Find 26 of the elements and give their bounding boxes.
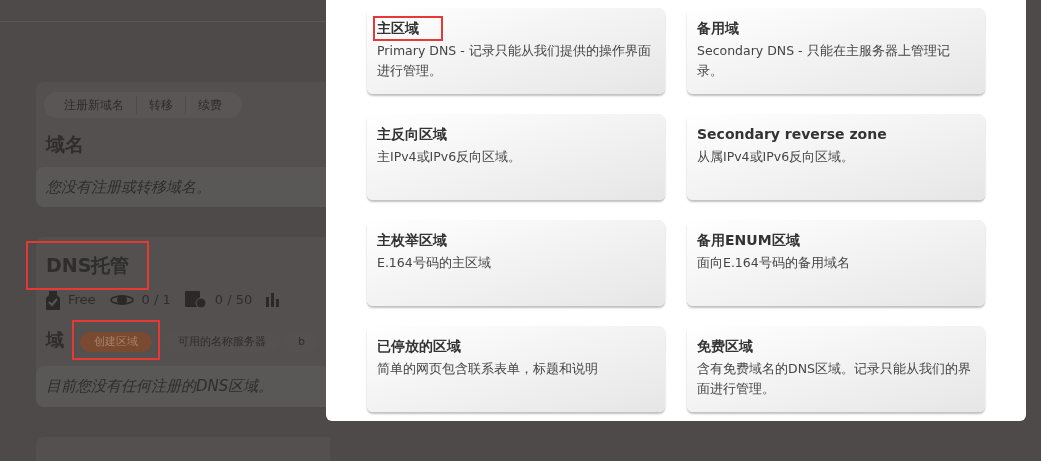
- card-description: E.164号码的主区域: [377, 254, 492, 272]
- card-title: Secondary reverse zone: [697, 125, 887, 144]
- zone-type-card[interactable]: 备用ENUM区域 面向E.164号码的备用域名: [687, 220, 985, 306]
- zone-type-card[interactable]: 主枚举区域 E.164号码的主区域: [367, 220, 665, 306]
- card-title: 备用ENUM区域: [697, 231, 800, 250]
- zone-type-card[interactable]: 免费区域 含有免费域名的DNS区域。记录只能从我们的界面进行管理。: [687, 326, 985, 412]
- card-description: 从属IPv4或IPv6反向区域。: [697, 148, 856, 166]
- card-description: Secondary DNS - 只能在主服务器上管理记录。: [697, 42, 951, 80]
- card-title: 主区域: [375, 18, 441, 39]
- card-title: 备用域: [697, 19, 739, 38]
- card-description: 主IPv4或IPv6反向区域。: [377, 148, 523, 166]
- card-description: 含有免费域名的DNS区域。记录只能从我们的界面进行管理。: [697, 360, 972, 398]
- card-title: 主反向区域: [377, 125, 447, 144]
- zone-type-card[interactable]: 已停放的区域 简单的网页包含联系表单，标题和说明: [367, 326, 665, 412]
- card-title: 主枚举区域: [377, 231, 447, 250]
- card-title: 已停放的区域: [377, 337, 461, 356]
- zone-type-card[interactable]: 备用域 Secondary DNS - 只能在主服务器上管理记录。: [687, 8, 985, 94]
- card-description: 简单的网页包含联系表单，标题和说明: [377, 360, 599, 378]
- zone-type-card[interactable]: 主区域 Primary DNS - 记录只能从我们提供的操作界面进行管理。: [367, 8, 665, 94]
- card-description: 面向E.164号码的备用域名: [697, 254, 851, 272]
- card-description: Primary DNS - 记录只能从我们提供的操作界面进行管理。: [377, 42, 652, 80]
- tag-icon: [46, 289, 60, 310]
- zone-type-card[interactable]: 主反向区域 主IPv4或IPv6反向区域。: [367, 114, 665, 200]
- card-title: 免费区域: [697, 337, 753, 356]
- zone-type-card[interactable]: Secondary reverse zone 从属IPv4或IPv6反向区域。: [687, 114, 985, 200]
- bar-chart-icon: [266, 292, 281, 307]
